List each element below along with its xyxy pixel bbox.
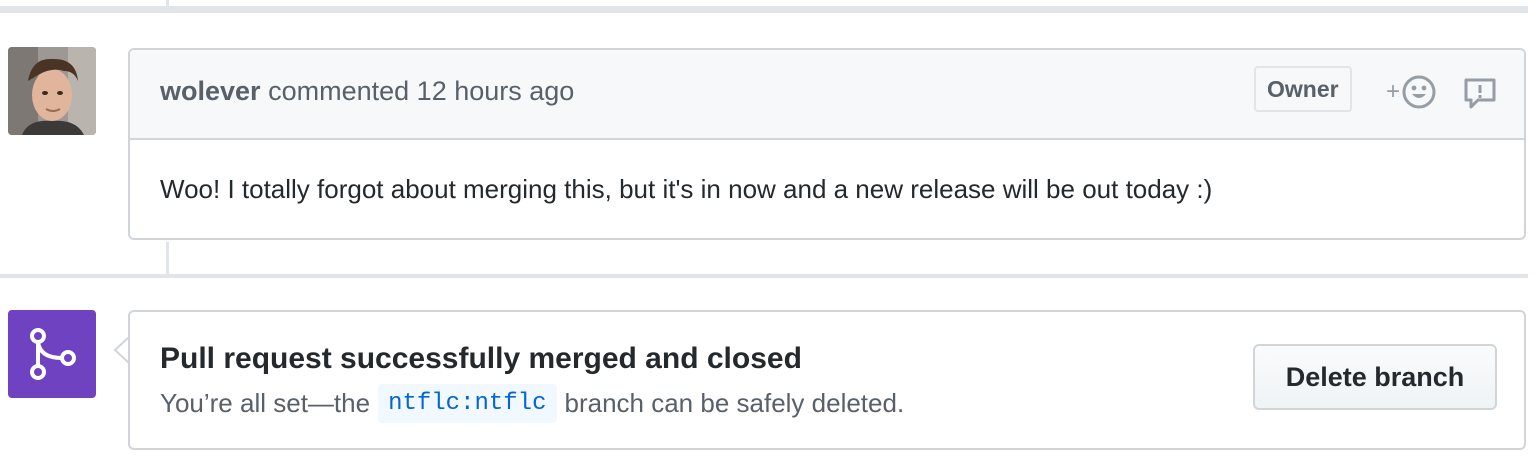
- timeline-line: [166, 242, 169, 278]
- merged-box-pointer: [113, 337, 129, 363]
- comment-author[interactable]: wolever: [160, 76, 261, 106]
- report-button[interactable]: [1462, 76, 1498, 112]
- delete-branch-button[interactable]: Delete branch: [1253, 344, 1497, 410]
- merge-status-desc-prefix: You’re all set—the: [160, 388, 371, 418]
- avatar[interactable]: [8, 47, 96, 135]
- timeline-separator: [0, 274, 1528, 278]
- user-avatar-image: [8, 47, 96, 135]
- comment-action: commented: [268, 76, 410, 106]
- merge-status-title: Pull request successfully merged and clo…: [160, 342, 802, 375]
- comment-header: wolever commented 12 hours ago Owner +: [130, 50, 1524, 140]
- comment-timestamp[interactable]: 12 hours ago: [417, 76, 575, 106]
- merge-status-description: You’re all set—the ntflc:ntflc branch ca…: [160, 384, 904, 423]
- report-icon: [1464, 78, 1496, 109]
- merge-status-box: Pull request successfully merged and clo…: [128, 310, 1526, 450]
- branch-name: ntflc:ntflc: [378, 384, 557, 423]
- timeline-top-divider: [0, 6, 1528, 13]
- git-merge-icon: [30, 328, 76, 380]
- comment-meta: wolever commented 12 hours ago: [160, 76, 574, 107]
- owner-badge: Owner: [1254, 66, 1352, 112]
- timeline-line: [166, 0, 169, 6]
- git-merge-badge: [8, 310, 96, 398]
- reaction-plus: +: [1385, 78, 1400, 105]
- comment-box: wolever commented 12 hours ago Owner + W…: [128, 48, 1526, 240]
- add-reaction-button[interactable]: +: [1382, 74, 1440, 110]
- merge-status-desc-suffix: branch can be safely deleted.: [564, 388, 905, 418]
- smiley-icon: [1402, 75, 1436, 109]
- comment-body: Woo! I totally forgot about merging this…: [160, 174, 1213, 204]
